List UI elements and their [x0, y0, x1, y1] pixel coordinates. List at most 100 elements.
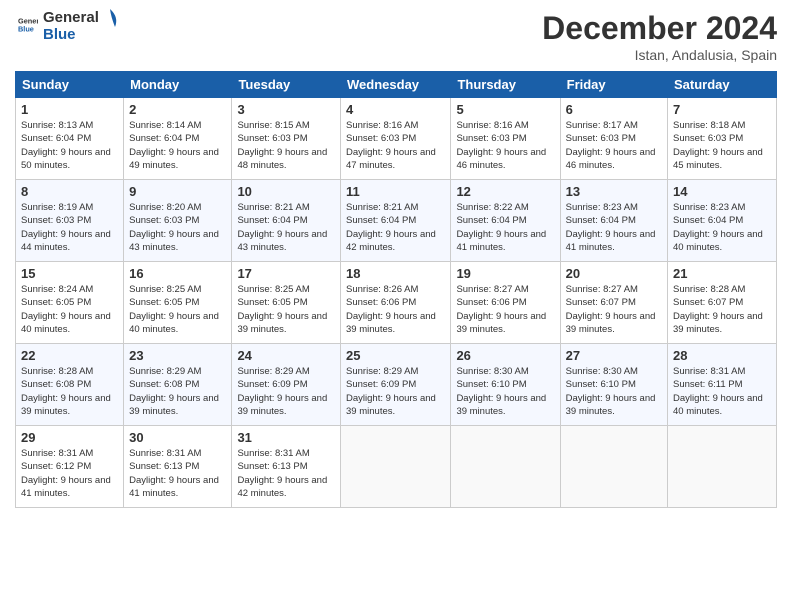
day-info: Sunrise: 8:29 AM Sunset: 6:09 PM Dayligh…	[346, 365, 445, 418]
calendar-cell: 11 Sunrise: 8:21 AM Sunset: 6:04 PM Dayl…	[341, 180, 451, 262]
day-number: 11	[346, 184, 445, 199]
calendar-cell: 17 Sunrise: 8:25 AM Sunset: 6:05 PM Dayl…	[232, 262, 341, 344]
sunrise-label: Sunrise: 8:16 AM	[456, 120, 528, 131]
sunset-label: Sunset: 6:03 PM	[566, 133, 636, 144]
sunrise-label: Sunrise: 8:15 AM	[237, 120, 309, 131]
daylight-label: Daylight: 9 hours and 39 minutes.	[566, 311, 656, 335]
daylight-label: Daylight: 9 hours and 44 minutes.	[21, 229, 111, 253]
header-thursday: Thursday	[451, 72, 560, 98]
page-header: General Blue General Blue December 2024 …	[15, 10, 777, 63]
sunset-label: Sunset: 6:04 PM	[129, 133, 199, 144]
logo-icon: General Blue	[18, 14, 38, 34]
sunrise-label: Sunrise: 8:23 AM	[673, 202, 745, 213]
sunset-label: Sunset: 6:03 PM	[237, 133, 307, 144]
calendar-week-row: 8 Sunrise: 8:19 AM Sunset: 6:03 PM Dayli…	[16, 180, 777, 262]
header-saturday: Saturday	[668, 72, 777, 98]
logo-blue-text: Blue	[43, 27, 99, 44]
calendar-cell: 3 Sunrise: 8:15 AM Sunset: 6:03 PM Dayli…	[232, 98, 341, 180]
sunset-label: Sunset: 6:04 PM	[21, 133, 91, 144]
day-number: 27	[566, 348, 662, 363]
daylight-label: Daylight: 9 hours and 39 minutes.	[237, 311, 327, 335]
day-number: 18	[346, 266, 445, 281]
day-number: 24	[237, 348, 335, 363]
sunset-label: Sunset: 6:08 PM	[129, 379, 199, 390]
day-info: Sunrise: 8:25 AM Sunset: 6:05 PM Dayligh…	[237, 283, 335, 336]
calendar-cell: 20 Sunrise: 8:27 AM Sunset: 6:07 PM Dayl…	[560, 262, 667, 344]
sunrise-label: Sunrise: 8:21 AM	[346, 202, 418, 213]
sunset-label: Sunset: 6:04 PM	[346, 215, 416, 226]
sunset-label: Sunset: 6:10 PM	[566, 379, 636, 390]
sunrise-label: Sunrise: 8:22 AM	[456, 202, 528, 213]
sunrise-label: Sunrise: 8:29 AM	[129, 366, 201, 377]
calendar-cell: 24 Sunrise: 8:29 AM Sunset: 6:09 PM Dayl…	[232, 344, 341, 426]
header-monday: Monday	[124, 72, 232, 98]
day-number: 6	[566, 102, 662, 117]
day-info: Sunrise: 8:21 AM Sunset: 6:04 PM Dayligh…	[346, 201, 445, 254]
daylight-label: Daylight: 9 hours and 45 minutes.	[673, 147, 763, 171]
sunrise-label: Sunrise: 8:31 AM	[129, 448, 201, 459]
day-info: Sunrise: 8:27 AM Sunset: 6:07 PM Dayligh…	[566, 283, 662, 336]
day-info: Sunrise: 8:13 AM Sunset: 6:04 PM Dayligh…	[21, 119, 118, 172]
daylight-label: Daylight: 9 hours and 43 minutes.	[237, 229, 327, 253]
day-info: Sunrise: 8:28 AM Sunset: 6:07 PM Dayligh…	[673, 283, 771, 336]
sunset-label: Sunset: 6:03 PM	[346, 133, 416, 144]
day-info: Sunrise: 8:16 AM Sunset: 6:03 PM Dayligh…	[456, 119, 554, 172]
daylight-label: Daylight: 9 hours and 43 minutes.	[129, 229, 219, 253]
day-number: 20	[566, 266, 662, 281]
day-number: 23	[129, 348, 226, 363]
sunrise-label: Sunrise: 8:24 AM	[21, 284, 93, 295]
sunrise-label: Sunrise: 8:31 AM	[237, 448, 309, 459]
day-number: 14	[673, 184, 771, 199]
sunset-label: Sunset: 6:06 PM	[456, 297, 526, 308]
sunrise-label: Sunrise: 8:21 AM	[237, 202, 309, 213]
day-number: 17	[237, 266, 335, 281]
calendar-cell: 8 Sunrise: 8:19 AM Sunset: 6:03 PM Dayli…	[16, 180, 124, 262]
day-number: 10	[237, 184, 335, 199]
calendar-cell	[668, 426, 777, 508]
day-info: Sunrise: 8:26 AM Sunset: 6:06 PM Dayligh…	[346, 283, 445, 336]
day-number: 12	[456, 184, 554, 199]
sunset-label: Sunset: 6:03 PM	[21, 215, 91, 226]
calendar-cell	[560, 426, 667, 508]
calendar-cell: 13 Sunrise: 8:23 AM Sunset: 6:04 PM Dayl…	[560, 180, 667, 262]
page-container: General Blue General Blue December 2024 …	[0, 0, 792, 518]
calendar-cell: 4 Sunrise: 8:16 AM Sunset: 6:03 PM Dayli…	[341, 98, 451, 180]
calendar-week-row: 15 Sunrise: 8:24 AM Sunset: 6:05 PM Dayl…	[16, 262, 777, 344]
day-info: Sunrise: 8:31 AM Sunset: 6:12 PM Dayligh…	[21, 447, 118, 500]
sunrise-label: Sunrise: 8:27 AM	[566, 284, 638, 295]
daylight-label: Daylight: 9 hours and 40 minutes.	[673, 229, 763, 253]
calendar-cell: 26 Sunrise: 8:30 AM Sunset: 6:10 PM Dayl…	[451, 344, 560, 426]
daylight-label: Daylight: 9 hours and 46 minutes.	[566, 147, 656, 171]
day-info: Sunrise: 8:30 AM Sunset: 6:10 PM Dayligh…	[566, 365, 662, 418]
daylight-label: Daylight: 9 hours and 42 minutes.	[237, 475, 327, 499]
day-info: Sunrise: 8:29 AM Sunset: 6:09 PM Dayligh…	[237, 365, 335, 418]
daylight-label: Daylight: 9 hours and 41 minutes.	[456, 229, 546, 253]
sunrise-label: Sunrise: 8:17 AM	[566, 120, 638, 131]
day-info: Sunrise: 8:14 AM Sunset: 6:04 PM Dayligh…	[129, 119, 226, 172]
daylight-label: Daylight: 9 hours and 40 minutes.	[21, 311, 111, 335]
header-sunday: Sunday	[16, 72, 124, 98]
day-info: Sunrise: 8:31 AM Sunset: 6:11 PM Dayligh…	[673, 365, 771, 418]
day-number: 26	[456, 348, 554, 363]
calendar-cell: 19 Sunrise: 8:27 AM Sunset: 6:06 PM Dayl…	[451, 262, 560, 344]
day-number: 25	[346, 348, 445, 363]
daylight-label: Daylight: 9 hours and 39 minutes.	[129, 393, 219, 417]
calendar-week-row: 29 Sunrise: 8:31 AM Sunset: 6:12 PM Dayl…	[16, 426, 777, 508]
daylight-label: Daylight: 9 hours and 40 minutes.	[129, 311, 219, 335]
sunset-label: Sunset: 6:03 PM	[129, 215, 199, 226]
sunset-label: Sunset: 6:05 PM	[237, 297, 307, 308]
day-info: Sunrise: 8:23 AM Sunset: 6:04 PM Dayligh…	[673, 201, 771, 254]
calendar-cell: 9 Sunrise: 8:20 AM Sunset: 6:03 PM Dayli…	[124, 180, 232, 262]
daylight-label: Daylight: 9 hours and 39 minutes.	[673, 311, 763, 335]
header-friday: Friday	[560, 72, 667, 98]
sunset-label: Sunset: 6:04 PM	[673, 215, 743, 226]
day-info: Sunrise: 8:17 AM Sunset: 6:03 PM Dayligh…	[566, 119, 662, 172]
sunset-label: Sunset: 6:13 PM	[237, 461, 307, 472]
daylight-label: Daylight: 9 hours and 49 minutes.	[129, 147, 219, 171]
sunset-label: Sunset: 6:03 PM	[673, 133, 743, 144]
calendar-table: Sunday Monday Tuesday Wednesday Thursday…	[15, 71, 777, 508]
daylight-label: Daylight: 9 hours and 40 minutes.	[673, 393, 763, 417]
sunrise-label: Sunrise: 8:30 AM	[566, 366, 638, 377]
day-number: 21	[673, 266, 771, 281]
day-number: 19	[456, 266, 554, 281]
